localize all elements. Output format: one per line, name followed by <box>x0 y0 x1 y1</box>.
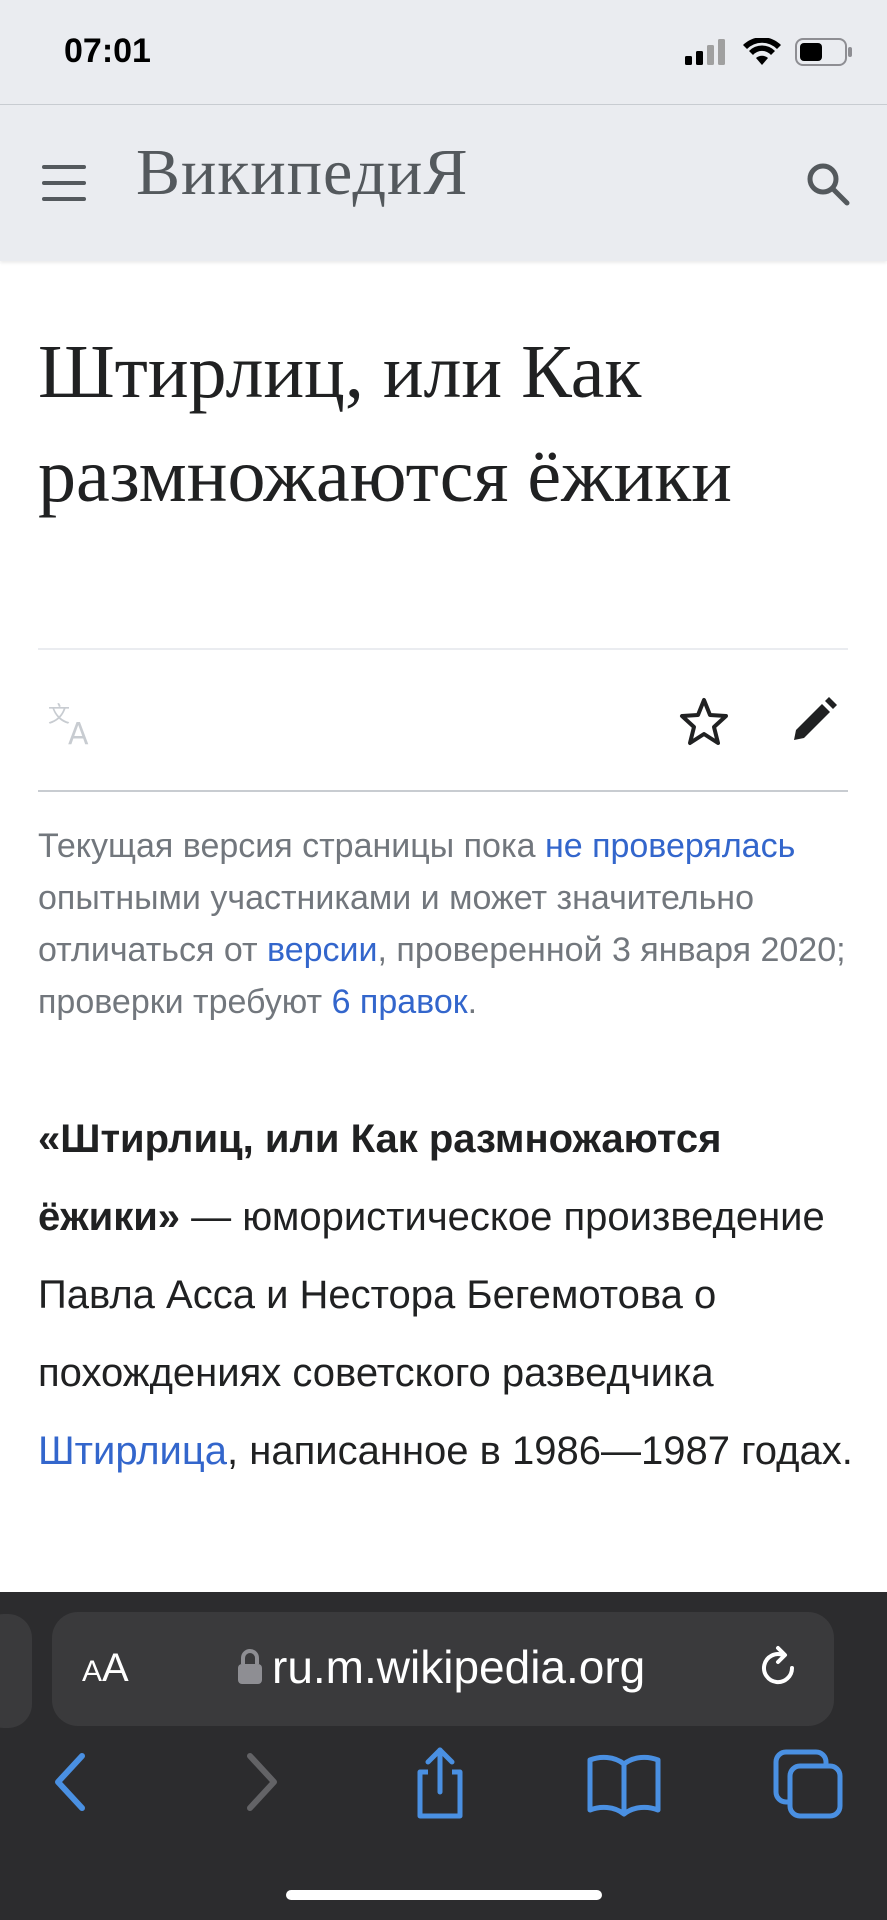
lead-paragraph: «Штирлиц, или Как размножаются ёжики» — … <box>38 1100 858 1490</box>
status-bar: 07:01 <box>0 0 887 104</box>
page-title: Штирлиц, или Как размножаются ёжики <box>38 330 732 518</box>
url-text[interactable]: ru.m.wikipedia.org <box>272 1640 645 1694</box>
signal-icon <box>685 39 725 65</box>
wiki-header: ВикипедиЯ <box>0 104 887 261</box>
navigation-buttons <box>0 1742 887 1842</box>
pencil-icon[interactable] <box>790 696 838 744</box>
lock-icon <box>238 1649 262 1684</box>
wifi-icon <box>743 38 781 65</box>
svg-text:A: A <box>68 717 89 746</box>
reload-icon[interactable] <box>752 1642 804 1694</box>
svg-text:文: 文 <box>48 703 70 728</box>
version-link[interactable]: версии <box>267 931 377 969</box>
chevron-left-icon[interactable] <box>38 1742 118 1822</box>
address-bar[interactable]: AA ru.m.wikipedia.org <box>52 1612 834 1726</box>
tabs-icon[interactable] <box>768 1742 848 1822</box>
edits-link[interactable]: 6 правок <box>332 983 468 1021</box>
revision-notice: Текущая версия страницы пока не проверял… <box>38 820 848 1028</box>
book-icon[interactable] <box>584 1742 664 1822</box>
wordmark-main: Википеди <box>136 136 424 209</box>
home-indicator[interactable] <box>286 1890 602 1900</box>
star-icon[interactable] <box>678 696 730 748</box>
notice-text-4: . <box>467 983 478 1021</box>
status-icons <box>685 38 853 66</box>
chevron-right-icon[interactable] <box>218 1742 298 1822</box>
translate-icon[interactable]: 文 A <box>48 700 100 746</box>
status-time: 07:01 <box>64 32 151 70</box>
not-checked-link[interactable]: не проверялась <box>545 827 795 865</box>
aa-large: A <box>102 1646 129 1690</box>
wikipedia-wordmark[interactable]: ВикипедиЯ <box>136 135 468 211</box>
battery-icon <box>795 38 852 66</box>
aa-small: A <box>82 1655 103 1688</box>
lead-text-2: , написанное в 1986—1987 годах. <box>227 1429 853 1473</box>
notice-text-1: Текущая версия страницы пока <box>38 827 545 865</box>
share-icon[interactable] <box>400 1742 480 1822</box>
previous-tab-preview[interactable] <box>0 1614 32 1728</box>
search-icon[interactable] <box>803 159 853 209</box>
stirlitz-link[interactable]: Штирлица <box>38 1429 227 1473</box>
page-settings-button[interactable]: AA <box>82 1646 129 1691</box>
hamburger-icon[interactable] <box>42 165 86 201</box>
wordmark-end: Я <box>423 136 469 209</box>
browser-toolbar: AA ru.m.wikipedia.org <box>0 1592 887 1920</box>
actions-divider <box>38 790 848 792</box>
title-divider <box>38 648 848 650</box>
